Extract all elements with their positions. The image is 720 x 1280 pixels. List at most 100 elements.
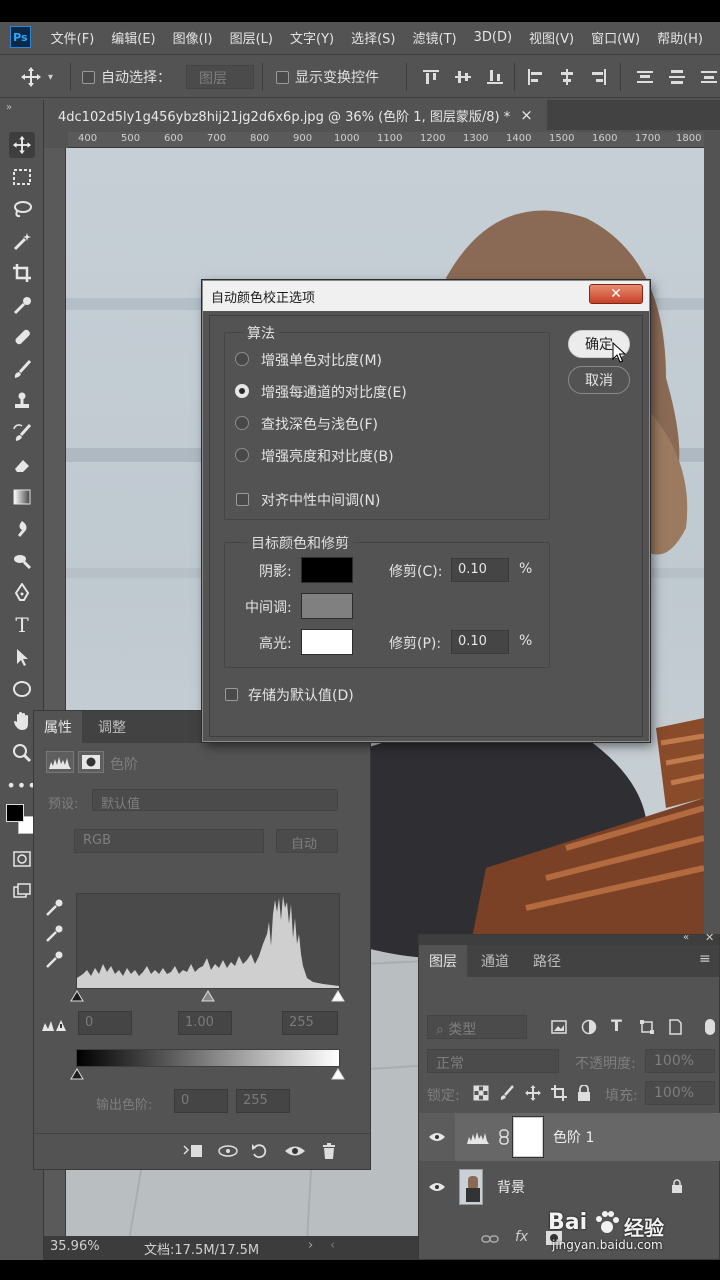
- move-tool[interactable]: [9, 132, 35, 158]
- quick-mask-button[interactable]: [9, 846, 35, 872]
- menu-type[interactable]: 文字(Y): [290, 28, 334, 47]
- shadow-color-swatch[interactable]: [301, 557, 353, 583]
- auto-select-target[interactable]: 图层: [186, 65, 254, 89]
- zoom-level[interactable]: 35.96%: [50, 1239, 100, 1254]
- close-tab-icon[interactable]: ×: [520, 106, 533, 124]
- filter-type-icon[interactable]: T: [611, 1016, 622, 1035]
- radio-button-selected[interactable]: [235, 384, 249, 398]
- align-vcenter-icon[interactable]: [454, 68, 472, 86]
- auto-button[interactable]: 自动: [276, 829, 338, 853]
- levels-adjustment-button[interactable]: [46, 751, 74, 773]
- checkbox-box[interactable]: [236, 493, 249, 506]
- align-bottom-icon[interactable]: [486, 68, 504, 86]
- healing-brush-tool[interactable]: [9, 324, 35, 350]
- brush-tool[interactable]: [9, 356, 35, 382]
- hand-tool[interactable]: [9, 708, 35, 734]
- filter-smart-object-icon[interactable]: [667, 1019, 683, 1035]
- input-black-field[interactable]: 0: [78, 1011, 132, 1035]
- tab-properties[interactable]: 属性: [34, 711, 82, 743]
- fill-field[interactable]: 100%: [645, 1081, 715, 1105]
- cancel-button[interactable]: 取消: [568, 366, 630, 394]
- radio-button[interactable]: [235, 448, 249, 462]
- filter-toggle[interactable]: [705, 1019, 715, 1035]
- menu-select[interactable]: 选择(S): [351, 28, 395, 47]
- tab-paths[interactable]: 路径: [523, 945, 571, 977]
- link-icon[interactable]: [499, 1129, 509, 1145]
- distribute-bottom-icon[interactable]: [700, 68, 718, 86]
- midtone-color-swatch[interactable]: [301, 593, 353, 619]
- eye-icon[interactable]: [429, 1132, 445, 1142]
- lock-artboard-icon[interactable]: [551, 1085, 567, 1101]
- checkbox-box[interactable]: [225, 688, 238, 701]
- opacity-field[interactable]: 100%: [645, 1049, 715, 1073]
- dodge-tool[interactable]: [9, 548, 35, 574]
- lock-pixels-icon[interactable]: [499, 1085, 515, 1101]
- align-hcenter-icon[interactable]: [558, 68, 576, 86]
- menu-file[interactable]: 文件(F): [51, 28, 95, 47]
- panel-menu-icon[interactable]: ≡: [699, 951, 711, 967]
- radio-button[interactable]: [235, 416, 249, 430]
- auto-select-checkbox[interactable]: 自动选择：: [82, 55, 171, 99]
- highlight-color-swatch[interactable]: [301, 629, 353, 655]
- radio-button[interactable]: [235, 352, 249, 366]
- marquee-tool[interactable]: [9, 164, 35, 190]
- mask-button[interactable]: [78, 751, 104, 773]
- show-transform-checkbox[interactable]: 显示变换控件: [276, 55, 379, 99]
- zoom-tool[interactable]: [9, 740, 35, 766]
- tab-channels[interactable]: 通道: [471, 945, 519, 977]
- white-point-eyedropper-icon[interactable]: [44, 949, 64, 969]
- radio-monochromatic-contrast[interactable]: 增强单色对比度(M): [235, 347, 535, 373]
- history-brush-tool[interactable]: [9, 420, 35, 446]
- lock-position-icon[interactable]: [525, 1085, 541, 1101]
- align-top-icon[interactable]: [422, 68, 440, 86]
- lock-all-icon[interactable]: [577, 1085, 591, 1101]
- align-left-icon[interactable]: [526, 68, 544, 86]
- filter-shape-icon[interactable]: [639, 1019, 655, 1035]
- gradient-tool[interactable]: [9, 484, 35, 510]
- tab-adjustments[interactable]: 调整: [88, 711, 136, 743]
- document-tab[interactable]: 4dc102d5ly1g456ybz8hij21jg2d6x6p.jpg @ 3…: [44, 100, 547, 130]
- chevron-left-icon[interactable]: ‹: [330, 1238, 335, 1253]
- output-white-field[interactable]: 255: [236, 1089, 290, 1113]
- pen-tool[interactable]: [9, 580, 35, 606]
- layer-filter-dropdown[interactable]: ⌕ 类型: [427, 1015, 527, 1039]
- input-white-field[interactable]: 255: [282, 1011, 338, 1035]
- type-tool[interactable]: T: [9, 612, 35, 638]
- chevron-right-icon[interactable]: ›: [308, 1238, 313, 1253]
- distribute-center-icon[interactable]: [668, 68, 686, 86]
- layer-row-levels[interactable]: 色阶 1: [419, 1113, 720, 1161]
- menu-filter[interactable]: 滤镜(T): [413, 28, 457, 47]
- input-level-sliders[interactable]: [70, 989, 346, 1003]
- gray-point-eyedropper-icon[interactable]: [44, 923, 64, 943]
- menu-layer[interactable]: 图层(L): [230, 28, 273, 47]
- clip-p-field[interactable]: 0.10: [451, 630, 509, 654]
- layer-name[interactable]: 背景: [497, 1177, 525, 1197]
- foreground-color-swatch[interactable]: [6, 804, 24, 822]
- lasso-tool[interactable]: [9, 196, 35, 222]
- eraser-tool[interactable]: [9, 452, 35, 478]
- eyedropper-tool[interactable]: [9, 292, 35, 318]
- menu-edit[interactable]: 编辑(E): [111, 28, 155, 47]
- close-icon[interactable]: ✕: [705, 931, 714, 944]
- dialog-close-button[interactable]: ✕: [589, 284, 643, 304]
- channel-dropdown[interactable]: RGB: [74, 829, 264, 853]
- layer-thumbnail[interactable]: [459, 1169, 483, 1205]
- layer-row-background[interactable]: 背景: [419, 1163, 720, 1211]
- clip-to-layer-icon[interactable]: [182, 1142, 204, 1160]
- clip-c-field[interactable]: 0.10: [451, 558, 509, 582]
- save-default-checkbox[interactable]: 存储为默认值(D): [224, 682, 524, 708]
- layer-name[interactable]: 色阶 1: [553, 1127, 594, 1147]
- move-tool-preset[interactable]: ▾: [20, 55, 53, 99]
- trash-icon[interactable]: [320, 1142, 338, 1160]
- snap-neutral-checkbox[interactable]: 对齐中性中间调(N): [235, 487, 535, 513]
- menu-help[interactable]: 帮助(H): [657, 28, 703, 47]
- tab-layers[interactable]: 图层: [419, 945, 467, 977]
- menu-3d[interactable]: 3D(D): [474, 30, 512, 45]
- radio-find-dark-light[interactable]: 查找深色与浅色(F): [235, 411, 535, 437]
- distribute-top-icon[interactable]: [636, 68, 654, 86]
- align-right-icon[interactable]: [590, 68, 608, 86]
- crop-tool[interactable]: [9, 260, 35, 286]
- reset-icon[interactable]: [250, 1142, 270, 1160]
- lock-transparency-icon[interactable]: [473, 1085, 489, 1101]
- radio-per-channel-contrast[interactable]: 增强每通道的对比度(E): [235, 379, 535, 405]
